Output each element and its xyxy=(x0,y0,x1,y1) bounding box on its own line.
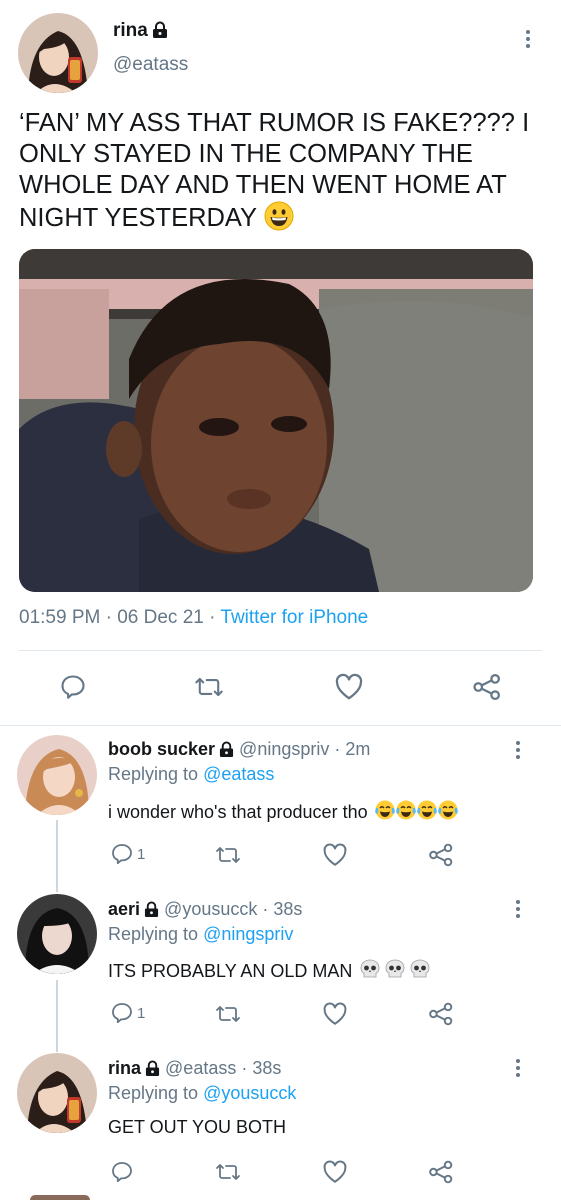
reply-count: 1 xyxy=(137,1004,146,1022)
next-tweet-avatar xyxy=(30,1195,90,1200)
more-icon[interactable] xyxy=(513,738,523,762)
more-icon[interactable] xyxy=(513,1056,523,1080)
like-button[interactable] xyxy=(322,1160,348,1184)
retweet-icon xyxy=(215,843,241,867)
tweet-date: 06 Dec 21 xyxy=(117,607,204,628)
reply-icon xyxy=(110,1001,134,1025)
main-author-handle[interactable]: @eatass xyxy=(113,54,188,76)
share-icon xyxy=(428,1160,454,1184)
tweet-time: 01:59 PM xyxy=(19,607,101,628)
reply-icon xyxy=(110,842,134,866)
grinning-face-emoji xyxy=(264,201,294,239)
thread-line xyxy=(56,980,58,1052)
replying-to: Replying to @yousucck xyxy=(108,1083,297,1103)
reply-author-handle[interactable]: @ningspriv xyxy=(239,739,329,759)
reply-button[interactable]: 1 xyxy=(110,1001,145,1025)
reply-author-handle[interactable]: @eatass xyxy=(165,1058,236,1078)
tweet-meta: 01:59 PM · 06 Dec 21 · Twitter for iPhon… xyxy=(19,607,369,628)
replying-to: Replying to @eatass xyxy=(108,764,275,784)
tweet-source[interactable]: Twitter for iPhone xyxy=(220,607,368,628)
mention-link[interactable]: @eatass xyxy=(203,764,274,784)
reply-button[interactable]: 1 xyxy=(110,842,145,866)
lock-icon xyxy=(219,741,234,757)
reply-button[interactable] xyxy=(110,1160,134,1184)
lock-icon xyxy=(144,901,159,917)
tweet-image[interactable] xyxy=(19,249,533,592)
like-icon xyxy=(322,843,348,867)
reply-header: boob sucker @ningspriv · 2m xyxy=(108,739,371,759)
retweet-button[interactable] xyxy=(194,673,224,701)
retweet-button[interactable] xyxy=(215,1002,241,1026)
share-icon xyxy=(472,673,502,701)
reply-time: 38s xyxy=(273,899,303,919)
reply-avatar[interactable] xyxy=(17,894,97,974)
reply-author-name[interactable]: aeri xyxy=(108,899,140,919)
main-author-name[interactable]: rina xyxy=(113,20,168,42)
share-button[interactable] xyxy=(428,1160,454,1184)
like-button[interactable] xyxy=(322,1002,348,1026)
retweet-button[interactable] xyxy=(215,843,241,867)
reply-text: GET OUT YOU BOTH xyxy=(108,1117,287,1137)
reply-time: 2m xyxy=(345,739,371,759)
mention-link[interactable]: @ningspriv xyxy=(203,924,293,944)
tears-of-joy-emoji xyxy=(374,799,459,826)
share-button[interactable] xyxy=(428,843,454,867)
mention-link[interactable]: @yousucck xyxy=(203,1083,296,1103)
like-button[interactable] xyxy=(334,673,364,701)
reply-header: rina @eatass · 38s xyxy=(108,1058,282,1078)
divider xyxy=(19,650,542,651)
like-button[interactable] xyxy=(322,843,348,867)
like-icon xyxy=(322,1002,348,1026)
reply-button[interactable] xyxy=(59,673,87,701)
reply-text: i wonder who's that producer tho xyxy=(108,799,459,826)
reply-author-name[interactable]: boob sucker xyxy=(108,739,215,759)
thread-line xyxy=(56,820,58,892)
reply-text: ITS PROBABLY AN OLD MAN xyxy=(108,958,431,985)
retweet-button[interactable] xyxy=(215,1160,241,1184)
more-icon[interactable] xyxy=(513,897,523,921)
lock-icon xyxy=(145,1060,160,1076)
share-icon xyxy=(428,843,454,867)
share-button[interactable] xyxy=(472,673,502,701)
reply-icon xyxy=(110,1160,134,1184)
main-avatar[interactable] xyxy=(18,13,98,93)
reply-icon xyxy=(59,673,87,701)
like-icon xyxy=(322,1160,348,1184)
reply-avatar[interactable] xyxy=(17,735,97,815)
skull-emoji xyxy=(359,958,431,985)
reply-author-name[interactable]: rina xyxy=(108,1058,141,1078)
reply-time: 38s xyxy=(252,1058,282,1078)
like-icon xyxy=(334,673,364,701)
reply-author-handle[interactable]: @yousucck xyxy=(164,899,257,919)
more-icon[interactable] xyxy=(523,27,533,51)
retweet-icon xyxy=(215,1002,241,1026)
reply-count: 1 xyxy=(137,845,146,863)
divider xyxy=(0,725,561,726)
share-button[interactable] xyxy=(428,1002,454,1026)
lock-icon xyxy=(152,21,168,38)
main-tweet-text: ‘FAN’ MY ASS THAT RUMOR IS FAKE???? I ON… xyxy=(19,108,539,239)
retweet-icon xyxy=(215,1160,241,1184)
reply-header: aeri @yousucck · 38s xyxy=(108,899,303,919)
share-icon xyxy=(428,1002,454,1026)
retweet-icon xyxy=(194,673,224,701)
reply-avatar[interactable] xyxy=(17,1053,97,1133)
replying-to: Replying to @ningspriv xyxy=(108,924,294,944)
